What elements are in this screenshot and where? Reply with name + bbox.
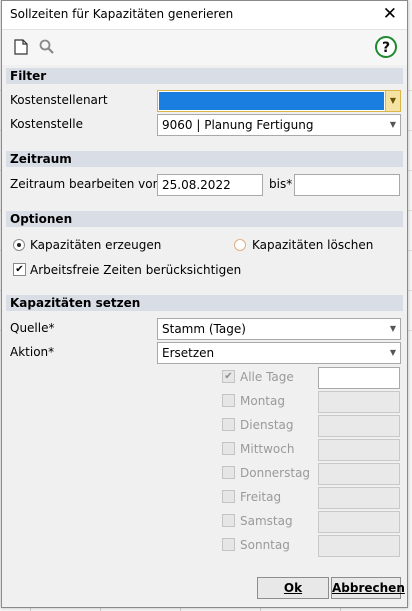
day-checkbox-samstag[interactable]: [222, 514, 235, 527]
day-label-dienstag: Dienstag: [240, 418, 294, 432]
day-label-sonntag: Sonntag: [240, 538, 290, 552]
chevron-down-icon[interactable]: ▼: [386, 343, 400, 363]
section-optionen-header: Optionen: [6, 211, 403, 227]
aktion-value: Ersetzen: [162, 346, 215, 360]
ok-button[interactable]: Ok: [257, 577, 329, 599]
kostenstelle-value: 9060 | Planung Fertigung: [162, 118, 314, 132]
kostenstellenart-label: Kostenstellenart: [10, 93, 108, 107]
window-title: Sollzeiten für Kapazitäten generieren: [10, 7, 234, 21]
day-input-freitag[interactable]: [318, 487, 400, 509]
kapazitaeten-loeschen-radio[interactable]: [234, 239, 246, 251]
kostenstellenart-selection: [159, 92, 384, 110]
day-input-alle-tage[interactable]: [318, 367, 400, 389]
ok-button-label: Ok: [283, 581, 303, 595]
cancel-button[interactable]: Abbrechen: [331, 577, 405, 599]
day-input-sonntag[interactable]: [318, 535, 400, 557]
day-checkbox-sonntag[interactable]: [222, 538, 235, 551]
day-input-mittwoch[interactable]: [318, 439, 400, 461]
title-bar: Sollzeiten für Kapazitäten generieren ✕: [2, 1, 407, 30]
section-zeitraum-header: Zeitraum: [6, 151, 403, 167]
chevron-down-icon[interactable]: ▼: [386, 319, 400, 339]
day-input-samstag[interactable]: [318, 511, 400, 533]
kapazitaeten-loeschen-label: Kapazitäten löschen: [252, 238, 374, 252]
help-glyph: ?: [382, 40, 390, 56]
dialog: Sollzeiten für Kapazitäten generieren ✕ …: [1, 0, 408, 608]
kapazitaeten-erzeugen-radio[interactable]: [13, 239, 25, 251]
day-input-montag[interactable]: [318, 391, 400, 413]
kostenstelle-dropdown[interactable]: 9060 | Planung Fertigung ▼: [157, 114, 401, 136]
quelle-label: Quelle*: [10, 321, 55, 335]
arbeitsfreie-zeiten-checkbox[interactable]: ✔: [13, 263, 26, 276]
kostenstellenart-dropdown[interactable]: ▼: [157, 90, 401, 112]
day-label-samstag: Samstag: [240, 514, 293, 528]
section-kapazitaeten-header: Kapazitäten setzen: [6, 295, 403, 311]
kostenstelle-label: Kostenstelle: [10, 117, 83, 131]
day-checkbox-mittwoch[interactable]: [222, 442, 235, 455]
cancel-button-label: Abbrechen: [332, 581, 405, 595]
aktion-label: Aktion*: [10, 345, 55, 359]
search-icon[interactable]: [38, 38, 56, 56]
chevron-down-icon[interactable]: ▼: [385, 91, 400, 111]
zeitraum-bis-input[interactable]: [294, 174, 400, 196]
day-checkbox-freitag[interactable]: [222, 490, 235, 503]
toolbar: ?: [2, 30, 407, 65]
chevron-down-icon[interactable]: ▼: [386, 115, 400, 135]
aktion-dropdown[interactable]: Ersetzen ▼: [157, 342, 401, 364]
section-filter-header: Filter: [6, 68, 403, 84]
day-checkbox-montag[interactable]: [222, 394, 235, 407]
close-icon[interactable]: ✕: [383, 4, 397, 24]
new-document-icon[interactable]: [12, 38, 30, 56]
day-input-donnerstag[interactable]: [318, 463, 400, 485]
day-checkbox-dienstag[interactable]: [222, 418, 235, 431]
day-label-freitag: Freitag: [240, 490, 282, 504]
zeitraum-bis-label: bis*: [269, 177, 293, 191]
kapazitaeten-erzeugen-label: Kapazitäten erzeugen: [30, 238, 162, 252]
day-checkbox-alle-tage[interactable]: ✔: [222, 370, 235, 383]
zeitraum-von-label: Zeitraum bearbeiten von*: [10, 177, 167, 191]
day-input-dienstag[interactable]: [318, 415, 400, 437]
zeitraum-von-input[interactable]: 25.08.2022: [157, 174, 263, 196]
dialog-footer: Ok Abbrechen: [2, 569, 407, 607]
day-label-mittwoch: Mittwoch: [240, 442, 295, 456]
quelle-dropdown[interactable]: Stamm (Tage) ▼: [157, 318, 401, 340]
day-label-montag: Montag: [240, 394, 285, 408]
help-icon[interactable]: ?: [374, 35, 398, 59]
day-checkbox-donnerstag[interactable]: [222, 466, 235, 479]
quelle-value: Stamm (Tage): [162, 322, 246, 336]
day-label-alle-tage: Alle Tage: [240, 370, 294, 384]
arbeitsfreie-zeiten-label: Arbeitsfreie Zeiten berücksichtigen: [30, 263, 242, 277]
day-label-donnerstag: Donnerstag: [240, 466, 311, 480]
